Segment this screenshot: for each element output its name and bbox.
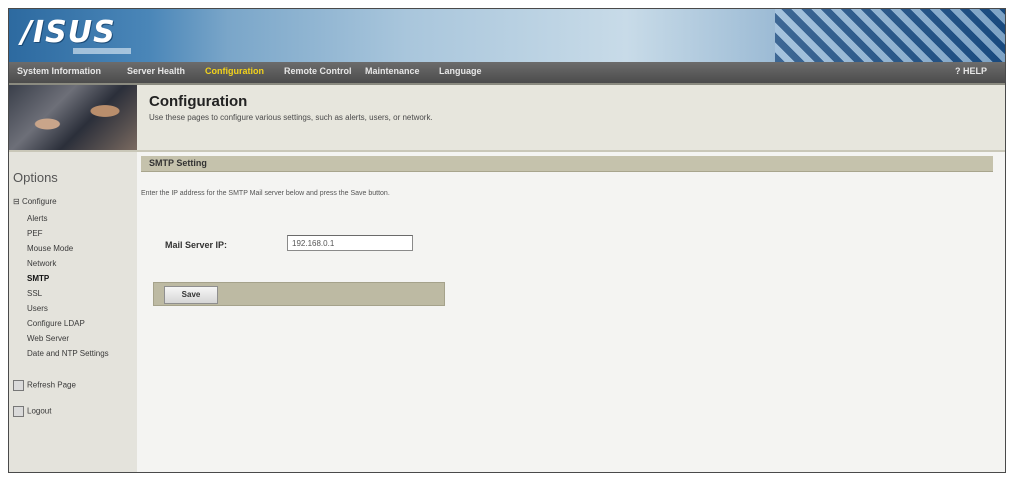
- help-link[interactable]: ? HELP: [955, 66, 987, 76]
- top-navigation: System Information Server Health Configu…: [9, 62, 1005, 85]
- refresh-page-link[interactable]: Refresh Page: [13, 380, 76, 391]
- nav-maintenance[interactable]: Maintenance: [365, 66, 420, 76]
- sidebar-item-pef[interactable]: PEF: [27, 229, 43, 238]
- logout-icon: [13, 406, 24, 417]
- logout-label: Logout: [27, 406, 52, 416]
- nav-server-health[interactable]: Server Health: [127, 66, 185, 76]
- nav-system-information[interactable]: System Information: [17, 66, 101, 76]
- asus-logo: /ISUS: [21, 15, 116, 50]
- header-photo: [9, 85, 137, 150]
- save-button-bar: Save: [153, 282, 445, 306]
- sidebar: Options ⊟ Configure Alerts PEF Mouse Mod…: [9, 152, 138, 472]
- nav-remote-control[interactable]: Remote Control: [284, 66, 352, 76]
- page-header: Configuration Use these pages to configu…: [9, 85, 1005, 152]
- sidebar-item-smtp[interactable]: SMTP: [27, 274, 49, 283]
- mail-server-ip-input[interactable]: [287, 235, 413, 251]
- nav-configuration[interactable]: Configuration: [205, 66, 264, 76]
- sidebar-item-mouse-mode[interactable]: Mouse Mode: [27, 244, 73, 253]
- sidebar-item-date-ntp[interactable]: Date and NTP Settings: [27, 349, 109, 358]
- save-button[interactable]: Save: [164, 286, 218, 304]
- instructions-text: Enter the IP address for the SMTP Mail s…: [141, 190, 390, 197]
- main-content: SMTP Setting Enter the IP address for th…: [137, 152, 1005, 472]
- section-title: SMTP Setting: [149, 158, 207, 168]
- sidebar-item-web-server[interactable]: Web Server: [27, 334, 69, 343]
- sidebar-item-configure-ldap[interactable]: Configure LDAP: [27, 319, 85, 328]
- sidebar-item-users[interactable]: Users: [27, 304, 48, 313]
- refresh-icon: [13, 380, 24, 391]
- nav-language[interactable]: Language: [439, 66, 482, 76]
- expand-icon: ⊟: [13, 197, 22, 206]
- sidebar-item-network[interactable]: Network: [27, 259, 56, 268]
- logo-subtext-decor: [73, 48, 131, 54]
- sidebar-configure-group[interactable]: ⊟ Configure: [13, 197, 57, 206]
- section-header: SMTP Setting: [141, 156, 993, 172]
- sidebar-configure-label: Configure: [21, 197, 57, 206]
- refresh-page-label: Refresh Page: [27, 380, 76, 390]
- banner-graphic: [775, 9, 1005, 62]
- browser-frame: /ISUS System Information Server Health C…: [8, 8, 1006, 473]
- page-description: Use these pages to configure various set…: [149, 113, 433, 122]
- top-banner: /ISUS: [9, 9, 1005, 62]
- page-title: Configuration: [149, 93, 248, 110]
- logout-link[interactable]: Logout: [13, 406, 51, 417]
- sidebar-item-alerts[interactable]: Alerts: [27, 214, 47, 223]
- mail-server-ip-label: Mail Server IP:: [165, 240, 228, 250]
- options-title: Options: [13, 170, 58, 185]
- sidebar-item-ssl[interactable]: SSL: [27, 289, 42, 298]
